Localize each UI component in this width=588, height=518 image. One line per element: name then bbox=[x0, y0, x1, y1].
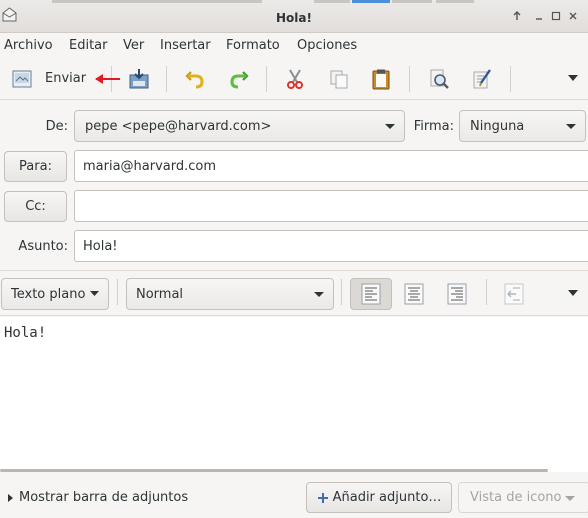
align-right-button[interactable] bbox=[436, 278, 478, 310]
subject-label: Asunto: bbox=[18, 239, 68, 254]
window-title: Hola! bbox=[276, 11, 312, 25]
redo-button[interactable] bbox=[224, 65, 254, 93]
title-strip bbox=[436, 0, 474, 3]
save-button[interactable] bbox=[124, 65, 154, 93]
attachment-view-value: Vista de icono bbox=[470, 490, 562, 505]
align-left-icon bbox=[361, 283, 381, 305]
menu-insertar[interactable]: Insertar bbox=[160, 38, 211, 53]
signature-label: Firma: bbox=[413, 119, 454, 134]
find-icon bbox=[430, 69, 449, 89]
subject-field[interactable]: Hola! bbox=[74, 230, 588, 262]
align-center-icon bbox=[404, 283, 424, 305]
subject-value: Hola! bbox=[83, 238, 118, 254]
send-icon bbox=[12, 70, 32, 88]
paste-button[interactable] bbox=[366, 65, 396, 93]
cut-icon bbox=[287, 69, 303, 89]
toolbar-separator bbox=[266, 66, 267, 92]
toolbar: Enviar bbox=[0, 58, 588, 100]
title-strip bbox=[392, 0, 432, 3]
menu-ver[interactable]: Ver bbox=[123, 38, 144, 53]
to-field[interactable]: maria@harvard.com bbox=[74, 150, 588, 182]
undo-button[interactable] bbox=[180, 65, 210, 93]
outdent-icon bbox=[504, 283, 524, 305]
chevron-down-icon bbox=[566, 124, 576, 129]
title-strip bbox=[352, 0, 390, 3]
paste-icon bbox=[372, 69, 390, 90]
signature-value: Ninguna bbox=[470, 118, 525, 134]
menu-opciones[interactable]: Opciones bbox=[297, 38, 357, 53]
message-body-text: Hola! bbox=[4, 325, 47, 341]
menubar: Archivo Editar Ver Insertar Formato Opci… bbox=[0, 33, 588, 57]
attachment-toggle-label: Mostrar barra de adjuntos bbox=[19, 490, 189, 505]
message-body-editor[interactable]: Hola! bbox=[0, 317, 588, 472]
copy-button[interactable] bbox=[324, 65, 354, 93]
chevron-down-icon bbox=[314, 292, 324, 297]
align-left-button[interactable] bbox=[350, 278, 392, 310]
close-icon[interactable] bbox=[566, 11, 580, 25]
undo-icon bbox=[185, 71, 204, 89]
paragraph-style-value: Normal bbox=[136, 286, 184, 302]
chevron-down-icon bbox=[565, 496, 575, 501]
redo-icon bbox=[230, 71, 249, 89]
minimize-icon[interactable] bbox=[532, 11, 546, 25]
overflow-icon[interactable] bbox=[568, 75, 578, 81]
find-button[interactable] bbox=[424, 65, 454, 93]
title-strip bbox=[52, 0, 262, 3]
spellcheck-button[interactable] bbox=[467, 65, 497, 93]
attachment-toggle[interactable]: Mostrar barra de adjuntos bbox=[7, 490, 188, 505]
overflow-icon[interactable] bbox=[568, 290, 578, 296]
toolbar-separator bbox=[409, 66, 410, 92]
toolbar-separator bbox=[341, 279, 342, 305]
spellcheck-icon bbox=[473, 69, 491, 89]
attachment-bar: Mostrar barra de adjuntos Añadir adjunto… bbox=[0, 474, 588, 518]
align-center-button[interactable] bbox=[393, 278, 435, 310]
send-label: Enviar bbox=[45, 71, 87, 86]
toolbar-separator bbox=[117, 279, 118, 305]
add-attachment-button[interactable]: Añadir adjunto… bbox=[306, 482, 452, 513]
to-value: maria@harvard.com bbox=[83, 158, 217, 174]
outdent-button[interactable] bbox=[493, 278, 535, 310]
to-button-label: Para: bbox=[19, 159, 52, 174]
cc-field[interactable] bbox=[74, 190, 588, 222]
toolbar-separator bbox=[166, 66, 167, 92]
add-attachment-label: Añadir adjunto… bbox=[332, 490, 442, 505]
to-button[interactable]: Para: bbox=[4, 151, 67, 182]
from-value: pepe <pepe@harvard.com> bbox=[85, 118, 272, 134]
title-strip bbox=[314, 0, 350, 3]
text-mode-value: Texto plano bbox=[11, 286, 86, 302]
window-titlebar: Hola! bbox=[0, 0, 588, 33]
annotation-arrow-icon bbox=[95, 74, 120, 84]
paragraph-style-select[interactable]: Normal bbox=[126, 278, 334, 310]
restore-icon[interactable] bbox=[549, 11, 563, 25]
toolbar-separator bbox=[486, 279, 487, 305]
toolbar-separator bbox=[510, 66, 511, 92]
copy-icon bbox=[330, 70, 348, 89]
menu-formato[interactable]: Formato bbox=[226, 38, 280, 53]
text-mode-select[interactable]: Texto plano bbox=[1, 278, 109, 310]
from-label: De: bbox=[45, 119, 68, 134]
horizontal-scrollbar[interactable] bbox=[0, 469, 548, 472]
signature-select[interactable]: Ninguna bbox=[459, 110, 586, 142]
cc-button[interactable]: Cc: bbox=[4, 191, 67, 222]
format-toolbar: Texto plano Normal bbox=[0, 270, 588, 316]
save-icon bbox=[129, 69, 149, 89]
attachment-view-select[interactable]: Vista de icono bbox=[458, 482, 588, 513]
plus-icon bbox=[317, 492, 328, 503]
from-select[interactable]: pepe <pepe@harvard.com> bbox=[74, 110, 405, 142]
chevron-down-icon bbox=[90, 291, 100, 296]
chevron-down-icon bbox=[385, 124, 395, 129]
cc-button-label: Cc: bbox=[25, 199, 46, 214]
up-icon[interactable] bbox=[510, 11, 524, 25]
menu-editar[interactable]: Editar bbox=[69, 38, 108, 53]
cut-button[interactable] bbox=[280, 65, 310, 93]
menu-archivo[interactable]: Archivo bbox=[4, 38, 53, 53]
chevron-right-icon bbox=[8, 493, 13, 502]
align-right-icon bbox=[447, 283, 467, 305]
